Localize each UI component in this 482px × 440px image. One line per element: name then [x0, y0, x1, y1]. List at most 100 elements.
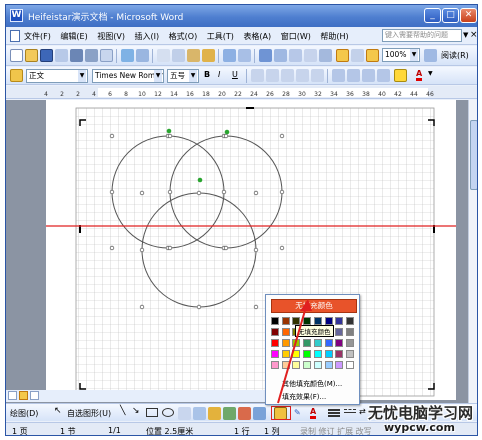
color-swatch[interactable] — [324, 350, 333, 358]
rectangle-tool-icon[interactable] — [146, 408, 158, 417]
vertical-scrollbar[interactable] — [468, 100, 477, 403]
dash-style-icon[interactable] — [344, 409, 356, 410]
menu-file[interactable]: 文件(F) — [24, 32, 51, 41]
align-right-icon[interactable] — [281, 69, 294, 82]
paste-icon[interactable] — [187, 49, 200, 62]
rotate-handle[interactable] — [166, 128, 172, 134]
bold-button[interactable]: B — [204, 70, 210, 79]
resize-handle[interactable] — [109, 189, 115, 195]
columns-icon[interactable] — [319, 49, 332, 62]
close-button[interactable]: ✕ — [460, 8, 477, 23]
print-icon[interactable] — [85, 49, 98, 62]
style-select[interactable]: 正文 ▼ — [26, 69, 88, 83]
canvas-handle[interactable] — [246, 107, 254, 109]
rotate-handle[interactable] — [224, 129, 230, 135]
resize-handle[interactable] — [167, 189, 173, 195]
normal-view-button[interactable] — [8, 391, 17, 400]
color-swatch[interactable] — [345, 339, 354, 347]
chevron-down-icon[interactable]: ▼ — [189, 70, 197, 82]
color-swatch[interactable] — [335, 361, 344, 369]
undo-icon[interactable] — [223, 49, 236, 62]
menu-edit[interactable]: 编辑(E) — [60, 32, 87, 41]
menu-help[interactable]: 帮助(H) — [320, 32, 348, 41]
help-icon[interactable] — [424, 49, 437, 62]
font-size-select[interactable]: 五号 ▼ — [167, 69, 199, 83]
copy-icon[interactable] — [172, 49, 185, 62]
resize-handle[interactable] — [196, 190, 202, 196]
increase-indent-icon[interactable] — [377, 69, 390, 82]
color-swatch[interactable] — [345, 328, 354, 336]
permission-icon[interactable] — [55, 49, 68, 62]
resize-handle[interactable] — [223, 245, 229, 251]
color-swatch[interactable] — [335, 317, 344, 325]
scrollbar-thumb[interactable] — [470, 120, 477, 190]
save-icon[interactable] — [40, 49, 53, 62]
word-app-icon[interactable]: W — [10, 9, 23, 22]
resize-handle[interactable] — [196, 304, 202, 310]
menu-insert[interactable]: 插入(I) — [135, 32, 160, 41]
font-select[interactable]: Times New Roman ▼ — [92, 69, 164, 83]
resize-handle[interactable] — [279, 245, 285, 251]
line-tool-icon[interactable]: ╲ — [120, 406, 125, 416]
color-swatch[interactable] — [335, 350, 344, 358]
styles-pane-icon[interactable] — [10, 69, 23, 82]
hyperlink-icon[interactable] — [259, 49, 272, 62]
color-swatch[interactable] — [324, 361, 333, 369]
align-center-icon[interactable] — [266, 69, 279, 82]
italic-button[interactable]: I — [218, 70, 220, 79]
align-left-icon[interactable] — [251, 69, 264, 82]
resize-handle[interactable] — [109, 133, 115, 139]
menu-table[interactable]: 表格(A) — [243, 32, 271, 41]
highlight-icon[interactable] — [394, 69, 407, 82]
menu-format[interactable]: 格式(O) — [169, 32, 198, 41]
color-swatch[interactable] — [335, 339, 344, 347]
arrow-tool-icon[interactable]: ↘ — [132, 406, 140, 416]
chevron-down-icon[interactable]: ▼ — [410, 49, 418, 61]
outline-view-button[interactable] — [30, 391, 39, 400]
email-icon[interactable] — [70, 49, 83, 62]
underline-button[interactable]: U — [232, 70, 238, 79]
color-swatch[interactable] — [335, 328, 344, 336]
document-map-icon[interactable] — [351, 49, 364, 62]
bullets-icon[interactable] — [347, 69, 360, 82]
chevron-down-icon[interactable]: ▼ — [154, 70, 162, 82]
font-color-button[interactable]: A — [416, 69, 423, 81]
maximize-button[interactable]: □ — [442, 8, 459, 23]
drawing-toggle-icon[interactable] — [336, 49, 349, 62]
tables-borders-icon[interactable] — [274, 49, 287, 62]
resize-handle[interactable] — [253, 247, 259, 253]
line-style-icon[interactable] — [328, 409, 340, 411]
horizontal-ruler[interactable]: 4 2 2 4 6 8 10 12 14 16 18 20 22 24 26 28 30 32 34 36 38 40 42… — [6, 86, 477, 99]
document-icon[interactable] — [10, 30, 20, 42]
color-swatch[interactable] — [345, 350, 354, 358]
resize-handle[interactable] — [109, 245, 115, 251]
diagram-icon[interactable] — [223, 407, 236, 420]
justify-icon[interactable] — [296, 69, 309, 82]
resize-handle[interactable] — [167, 245, 173, 251]
page-view-button[interactable] — [19, 391, 28, 400]
resize-handle[interactable] — [139, 304, 145, 310]
research-icon[interactable] — [136, 49, 149, 62]
decrease-indent-icon[interactable] — [362, 69, 375, 82]
textbox-tool-icon[interactable] — [178, 407, 191, 420]
color-swatch[interactable] — [345, 317, 354, 325]
clipart-icon[interactable] — [238, 407, 251, 420]
cut-icon[interactable] — [157, 49, 170, 62]
open-folder-icon[interactable] — [25, 49, 38, 62]
zoom-select[interactable]: 100% ▼ — [382, 48, 420, 62]
color-swatch[interactable] — [345, 361, 354, 369]
document-area[interactable] — [6, 100, 468, 403]
spelling-icon[interactable] — [121, 49, 134, 62]
font-color-dropdown-icon[interactable]: ▼ — [428, 70, 433, 77]
chevron-down-icon[interactable]: ▼ — [78, 70, 86, 82]
menu-view[interactable]: 视图(V) — [97, 32, 125, 41]
select-objects-icon[interactable]: ↖ — [54, 406, 62, 416]
help-search-input[interactable]: 键入需要帮助的问题 — [382, 29, 462, 42]
show-hide-icon[interactable] — [366, 49, 379, 62]
insert-excel-icon[interactable] — [304, 49, 317, 62]
wordart-icon[interactable] — [208, 407, 221, 420]
menu-tools[interactable]: 工具(T) — [207, 32, 234, 41]
draw-menu-button[interactable]: 绘图(D) — [10, 408, 38, 419]
resize-handle[interactable] — [139, 247, 145, 253]
resize-handle[interactable] — [223, 133, 229, 139]
